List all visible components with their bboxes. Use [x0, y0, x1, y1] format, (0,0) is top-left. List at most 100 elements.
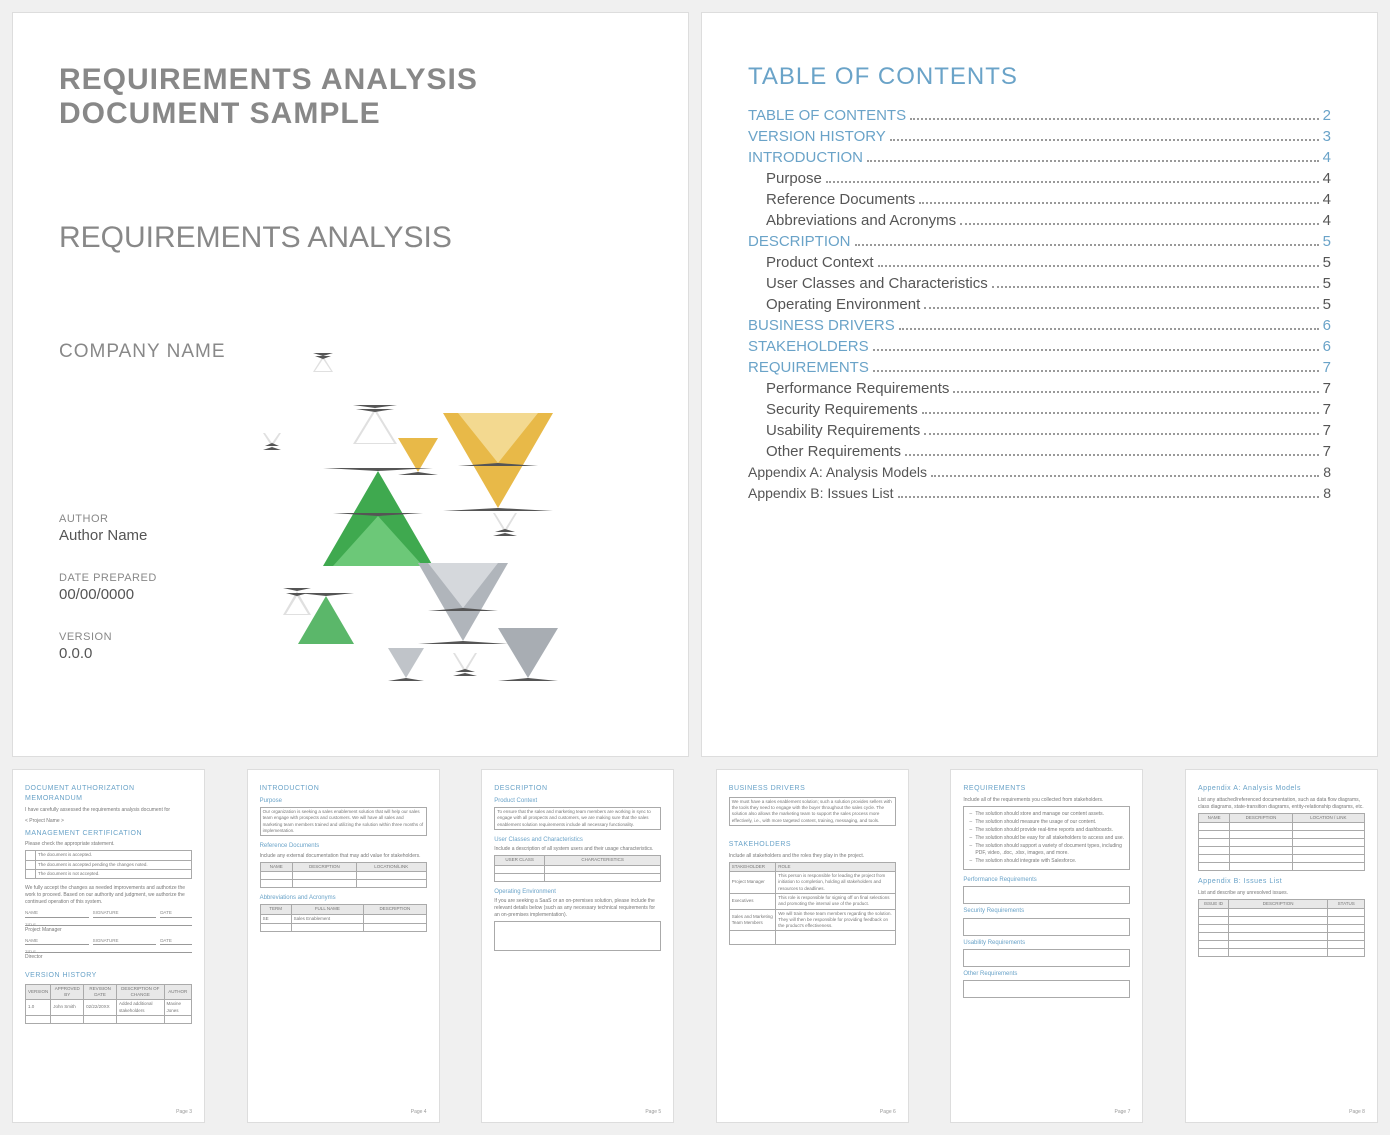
toc-title: TABLE OF CONTENTS	[748, 63, 1331, 91]
toc-page: 7	[1323, 422, 1331, 439]
p6-stake: STAKEHOLDERS	[729, 840, 896, 850]
toc-page: 4	[1323, 170, 1331, 187]
p4-refdocs-txt: Include any external documentation that …	[260, 853, 427, 860]
toc-dots	[867, 152, 1319, 162]
p3-accept: We fully accept the changes as needed im…	[25, 885, 192, 906]
toc-page: 5	[1323, 254, 1331, 271]
p6-bd: BUSINESS DRIVERS	[729, 784, 896, 794]
toc-dots	[899, 320, 1319, 330]
toc-entry: REQUIREMENTS7	[748, 359, 1331, 376]
toc-page: 6	[1323, 338, 1331, 355]
p8-apB-table: ISSUE IDDESCRIPTIONSTATUS	[1198, 899, 1365, 957]
p5-users: User Classes and Characteristics	[494, 836, 661, 844]
page-cover: REQUIREMENTS ANALYSIS DOCUMENT SAMPLE RE…	[12, 12, 689, 757]
page-8-thumb: Appendix A: Analysis Models List any att…	[1185, 769, 1378, 1123]
p3-title1: TITLE	[25, 918, 192, 926]
toc-label: Purpose	[766, 170, 822, 187]
toc-page: 7	[1323, 401, 1331, 418]
toc-label: INTRODUCTION	[748, 149, 863, 166]
toc-label: TABLE OF CONTENTS	[748, 107, 906, 124]
toc-entry: STAKEHOLDERS 6	[748, 338, 1331, 355]
toc-entry: Abbreviations and Acronyms4	[748, 212, 1331, 229]
toc-dots	[922, 404, 1319, 414]
page-4-thumb: INTRODUCTION Purpose Our organization is…	[247, 769, 440, 1123]
p3-sig2: NAME SIGNATURE DATE	[25, 938, 192, 945]
p3-heading-version: VERSION HISTORY	[25, 971, 192, 981]
p3-heading-mgmt: MANAGEMENT CERTIFICATION	[25, 829, 192, 839]
toc-entry: Operating Environment5	[748, 296, 1331, 313]
page-3-thumb: DOCUMENT AUTHORIZATION MEMORANDUM I have…	[12, 769, 205, 1123]
p3-role1: Project Manager	[25, 927, 192, 934]
p6-stake-table: STAKEHOLDERROLE Project ManagerThis pers…	[729, 862, 896, 946]
p4-abbrev: Abbreviations and Acronyms	[260, 894, 427, 902]
toc-label: Security Requirements	[766, 401, 918, 418]
toc-entry: Purpose 4	[748, 170, 1331, 187]
p4-abbrev-table: TERMFULL NAMEDESCRIPTION SESales Enablem…	[260, 904, 427, 932]
toc-entry: Appendix A: Analysis Models8	[748, 464, 1331, 481]
large-pages-row: REQUIREMENTS ANALYSIS DOCUMENT SAMPLE RE…	[12, 12, 1378, 757]
p7-footer: Page 7	[1115, 1109, 1131, 1116]
toc-page: 8	[1323, 485, 1331, 501]
toc-label: STAKEHOLDERS	[748, 338, 869, 355]
page-5-thumb: DESCRIPTION Product Context To ensure th…	[481, 769, 674, 1123]
p5-desc: DESCRIPTION	[494, 784, 661, 794]
p7-perf: Performance Requirements	[963, 876, 1130, 884]
toc-entry: BUSINESS DRIVERS6	[748, 317, 1331, 334]
toc-label: Other Requirements	[766, 443, 901, 460]
toc-dots	[960, 215, 1319, 225]
toc-entry: Security Requirements 7	[748, 401, 1331, 418]
p5-users-txt: Include a description of all system user…	[494, 846, 661, 853]
toc-dots	[826, 173, 1319, 183]
toc-page: 7	[1323, 443, 1331, 460]
toc-page: 3	[1323, 128, 1331, 145]
toc-label: DESCRIPTION	[748, 233, 851, 250]
p4-refdocs: Reference Documents	[260, 842, 427, 850]
p3-opt1: The document is accepted.	[36, 851, 192, 860]
toc-label: VERSION HISTORY	[748, 128, 886, 145]
toc-label: Appendix B: Issues List	[748, 485, 894, 501]
toc-entry: DESCRIPTION 5	[748, 233, 1331, 250]
toc-page: 8	[1323, 464, 1331, 480]
p7-req-txt: Include all of the requirements you coll…	[963, 797, 1130, 804]
toc-page: 7	[1323, 380, 1331, 397]
toc-page: 5	[1323, 275, 1331, 292]
p6-stake-txt: Include all stakeholders and the roles t…	[729, 853, 896, 860]
toc-dots	[924, 299, 1318, 309]
toc-label: Operating Environment	[766, 296, 920, 313]
thumbnail-row: DOCUMENT AUTHORIZATION MEMORANDUM I have…	[12, 769, 1378, 1123]
toc-dots	[931, 467, 1319, 477]
p5-opEnv: Operating Environment	[494, 888, 661, 896]
p8-apB-txt: List and describe any unresolved issues.	[1198, 890, 1365, 897]
toc-dots	[992, 278, 1319, 288]
p4-purpose-txt: Our organization is seeking a sales enab…	[260, 808, 426, 836]
toc-entry: Performance Requirements7	[748, 380, 1331, 397]
p7-use: Usability Requirements	[963, 939, 1130, 947]
toc-dots	[924, 425, 1318, 435]
toc-dots	[905, 446, 1319, 456]
toc-entry: Appendix B: Issues List 8	[748, 485, 1331, 502]
toc-page: 6	[1323, 317, 1331, 334]
toc-label: REQUIREMENTS	[748, 359, 869, 376]
toc-dots	[919, 194, 1318, 204]
cover-subtitle: REQUIREMENTS ANALYSIS	[59, 221, 642, 255]
toc-page: 4	[1323, 191, 1331, 208]
toc-entry: Usability Requirements 7	[748, 422, 1331, 439]
toc-label: Product Context	[766, 254, 874, 271]
toc-dots	[953, 383, 1318, 393]
toc-page: 5	[1323, 233, 1331, 250]
cover-title-line2: DOCUMENT SAMPLE	[59, 97, 642, 131]
p5-context: Product Context	[494, 797, 661, 805]
p8-apB: Appendix B: Issues List	[1198, 877, 1365, 887]
p3-footer: Page 3	[176, 1109, 192, 1116]
p3-heading-dam: DOCUMENT AUTHORIZATION MEMORANDUM	[25, 784, 192, 804]
toc-dots	[873, 362, 1319, 372]
p3-opt3: The document is not accepted.	[36, 869, 192, 878]
toc-label: Reference Documents	[766, 191, 915, 208]
p5-context-txt: To ensure that the sales and marketing t…	[495, 808, 661, 830]
p4-intro: INTRODUCTION	[260, 784, 427, 794]
toc-label: Usability Requirements	[766, 422, 920, 439]
p8-apA-table: NAMEDESCRIPTIONLOCATION / LINK	[1198, 813, 1365, 871]
toc-entry: Reference Documents 4	[748, 191, 1331, 208]
toc-label: User Classes and Characteristics	[766, 275, 988, 292]
p5-opEnv-txt: If you are seeking a SaaS or an on-premi…	[494, 898, 661, 919]
